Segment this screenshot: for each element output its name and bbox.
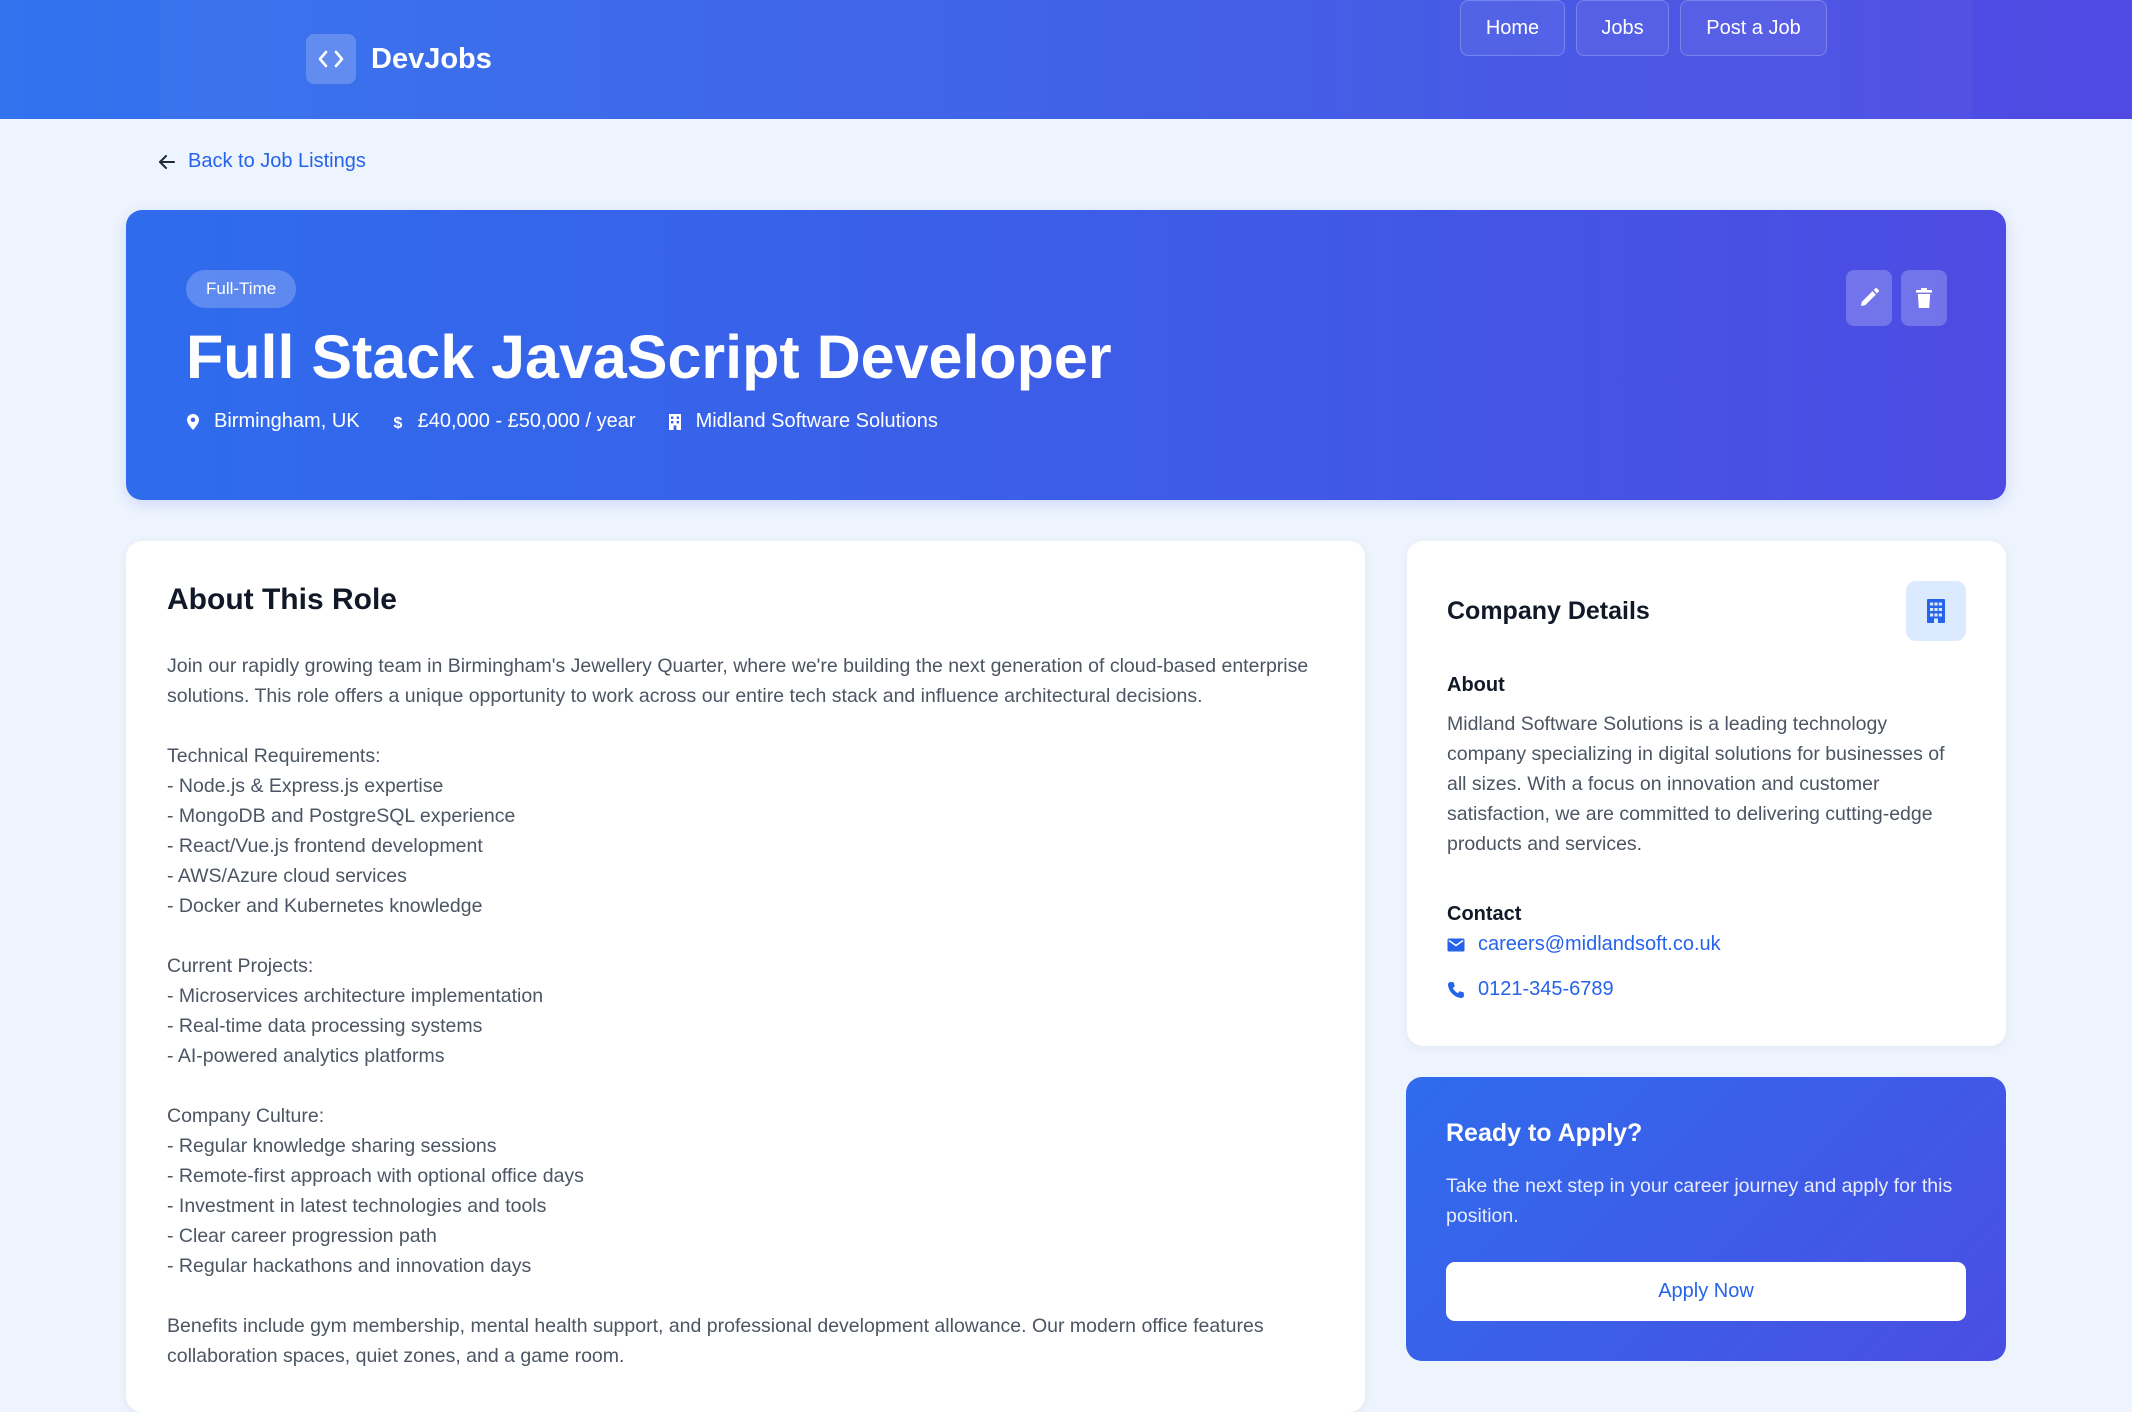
company-details-card: Company Details About Midland Software S… <box>1407 541 2006 1046</box>
apply-now-button[interactable]: Apply Now <box>1446 1262 1966 1321</box>
job-salary: $ £40,000 - £50,000 / year <box>392 410 636 433</box>
company-contact-heading: Contact <box>1447 903 1522 925</box>
job-location: Birmingham, UK <box>186 410 360 433</box>
trash-icon <box>1916 288 1932 308</box>
job-meta: Birmingham, UK $ £40,000 - £50,000 / yea… <box>186 410 970 433</box>
code-icon <box>306 34 356 84</box>
edit-job-button[interactable] <box>1846 270 1892 326</box>
top-navbar: DevJobs Home Jobs Post a Job <box>0 0 2132 119</box>
nav-post-a-job[interactable]: Post a Job <box>1680 0 1827 56</box>
job-title: Full Stack JavaScript Developer <box>186 323 1112 391</box>
about-role-card: About This Role Join our rapidly growing… <box>126 541 1365 1412</box>
contact-email-link[interactable]: careers@midlandsoft.co.uk <box>1447 933 1721 956</box>
back-link-label: Back to Job Listings <box>188 150 366 172</box>
building-icon <box>668 413 681 430</box>
company-details-title: Company Details <box>1447 597 1650 625</box>
apply-card: Ready to Apply? Take the next step in yo… <box>1406 1077 2006 1361</box>
job-type-badge: Full-Time <box>186 270 297 308</box>
nav-home[interactable]: Home <box>1460 0 1565 56</box>
back-to-listings-link[interactable]: Back to Job Listings <box>158 150 366 173</box>
delete-job-button[interactable] <box>1901 270 1947 326</box>
dollar-icon: $ <box>393 415 402 431</box>
company-building-icon <box>1906 581 1966 641</box>
apply-title: Ready to Apply? <box>1446 1119 1643 1147</box>
job-header-banner: Full-Time Full Stack JavaScript Develope… <box>126 210 2006 500</box>
pencil-icon <box>1861 288 1879 306</box>
arrow-left-icon <box>159 154 175 169</box>
nav-jobs[interactable]: Jobs <box>1576 0 1669 56</box>
brand-name: DevJobs <box>371 42 492 75</box>
about-role-description: Join our rapidly growing team in Birming… <box>167 655 1309 1367</box>
svg-text:$: $ <box>393 415 402 431</box>
brand[interactable]: DevJobs <box>306 34 492 84</box>
about-role-title: About This Role <box>167 583 397 616</box>
contact-phone-link[interactable]: 0121-345-6789 <box>1447 978 1614 1001</box>
phone-icon <box>1448 981 1464 998</box>
contact-email: careers@midlandsoft.co.uk <box>1478 933 1721 955</box>
location-pin-icon <box>187 413 199 430</box>
job-salary-text: £40,000 - £50,000 / year <box>417 410 636 432</box>
contact-phone: 0121-345-6789 <box>1478 978 1614 1000</box>
job-location-text: Birmingham, UK <box>214 410 360 432</box>
company-about-heading: About <box>1447 674 1505 696</box>
company-about-text: Midland Software Solutions is a leading … <box>1447 713 1945 855</box>
job-company: Midland Software Solutions <box>668 410 938 433</box>
email-icon <box>1447 938 1465 951</box>
job-company-text: Midland Software Solutions <box>695 410 938 432</box>
apply-text: Take the next step in your career journe… <box>1446 1175 1953 1227</box>
